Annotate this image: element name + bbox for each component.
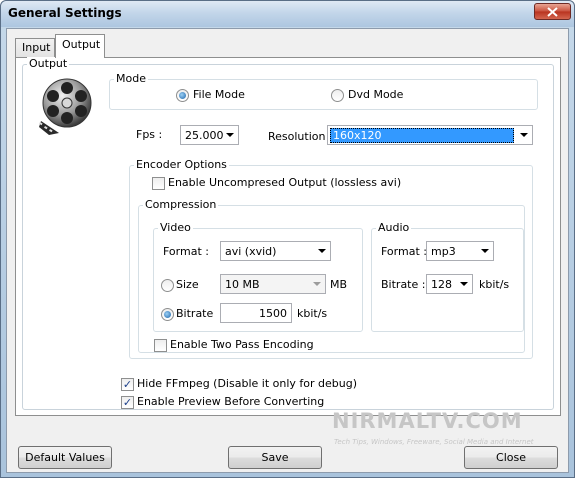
watermark-main: NIRMALTV.COM (332, 409, 523, 433)
video-group: Video Format : avi (xvid) Size 10 MB MB (153, 221, 363, 332)
output-group: Output Mode File Mode Dvd Mode Fps: 25.… (22, 57, 554, 410)
video-bitrate-input[interactable]: 1500 (220, 303, 292, 323)
size-radio[interactable] (161, 279, 174, 292)
resolution-label: Resolution : (268, 130, 333, 143)
tab-input-label: Input (22, 41, 51, 54)
tab-output-label: Output (62, 38, 101, 51)
chevron-down-icon (460, 282, 468, 286)
video-format-select[interactable]: avi (xvid) (220, 241, 331, 261)
uncompressed-label[interactable]: Enable Uncompresed Output (lossless avi) (168, 176, 401, 189)
encoder-options-legend: Encoder Options (134, 158, 229, 171)
fps-value: 25.000 (185, 129, 224, 142)
file-mode-radio[interactable] (176, 89, 189, 102)
video-format-value: avi (xvid) (225, 245, 277, 258)
tab-output[interactable]: Output (55, 34, 105, 58)
size-select[interactable]: 10 MB (220, 274, 326, 294)
chevron-down-icon (520, 133, 528, 137)
default-values-label: Default Values (25, 451, 105, 464)
close-icon (547, 6, 558, 17)
encoder-options-group: Encoder Options Enable Uncompresed Outpu… (129, 158, 533, 359)
compression-group: Compression Video Format : avi (xvid) Si… (138, 198, 525, 353)
save-button[interactable]: Save (228, 446, 322, 469)
audio-group: Audio Format : mp3 Bitrate : 128 kbit/s (371, 221, 524, 332)
title-bar[interactable]: General Settings (1, 1, 574, 27)
chevron-down-icon (481, 249, 489, 253)
audio-format-label: Format : (381, 245, 427, 258)
uncompressed-checkbox[interactable] (152, 177, 165, 190)
fps-label: Fps : (136, 128, 163, 141)
fps-select[interactable]: 25.000 (180, 125, 239, 145)
chevron-down-icon (313, 282, 321, 286)
size-unit: MB (330, 278, 348, 291)
audio-bitrate-value: 128 (431, 278, 452, 291)
tab-input[interactable]: Input (15, 38, 55, 57)
audio-bitrate-label: Bitrate : (381, 278, 426, 291)
dvd-mode-label[interactable]: Dvd Mode (348, 88, 403, 101)
output-group-legend: Output (27, 57, 70, 70)
window-title: General Settings (8, 6, 122, 20)
save-label: Save (261, 451, 289, 464)
chevron-down-icon (226, 133, 234, 137)
output-tab-panel: Output Mode File Mode Dvd Mode Fps: 25.… (15, 57, 561, 416)
two-pass-checkbox[interactable] (154, 339, 167, 352)
default-values-button[interactable]: Default Values (18, 446, 112, 469)
video-legend: Video (158, 221, 193, 234)
audio-format-select[interactable]: mp3 (426, 241, 494, 261)
chevron-down-icon (318, 249, 326, 253)
resolution-select[interactable]: 160x120 (327, 125, 533, 145)
watermark-tagline: Tech Tips, Windows, Freeware, Social Med… (334, 438, 534, 446)
hide-ffmpeg-checkbox[interactable]: ✓ (121, 378, 134, 391)
video-bitrate-unit: kbit/s (297, 307, 328, 320)
file-mode-label[interactable]: File Mode (193, 88, 245, 101)
mode-group: Mode File Mode Dvd Mode (109, 72, 538, 110)
close-button[interactable]: Close (464, 446, 558, 469)
audio-bitrate-select[interactable]: 128 (426, 274, 473, 294)
settings-window: General Settings Input Output Output Mod… (0, 0, 575, 478)
bitrate-radio[interactable] (161, 308, 174, 321)
size-label[interactable]: Size (176, 278, 199, 291)
size-value: 10 MB (225, 278, 260, 291)
dvd-mode-radio[interactable] (331, 89, 344, 102)
close-label: Close (496, 451, 526, 464)
enable-preview-checkbox[interactable]: ✓ (121, 396, 134, 409)
mode-legend: Mode (114, 72, 148, 85)
film-reel-icon (37, 77, 93, 140)
compression-legend: Compression (143, 198, 219, 211)
resolution-value: 160x120 (330, 128, 514, 143)
bitrate-label[interactable]: Bitrate (176, 307, 213, 320)
audio-format-value: mp3 (431, 245, 456, 258)
audio-bitrate-unit: kbit/s (479, 278, 510, 291)
hide-ffmpeg-label[interactable]: Hide FFmpeg (Disable it only for debug) (137, 377, 357, 390)
video-format-label: Format : (163, 245, 209, 258)
enable-preview-label[interactable]: Enable Preview Before Converting (137, 395, 324, 408)
video-bitrate-value: 1500 (259, 307, 287, 320)
audio-legend: Audio (376, 221, 412, 234)
two-pass-label[interactable]: Enable Two Pass Encoding (170, 338, 314, 351)
dialog-client-area: Input Output Output Mode File Mode Dvd M… (6, 28, 569, 473)
window-close-button[interactable] (534, 3, 571, 20)
